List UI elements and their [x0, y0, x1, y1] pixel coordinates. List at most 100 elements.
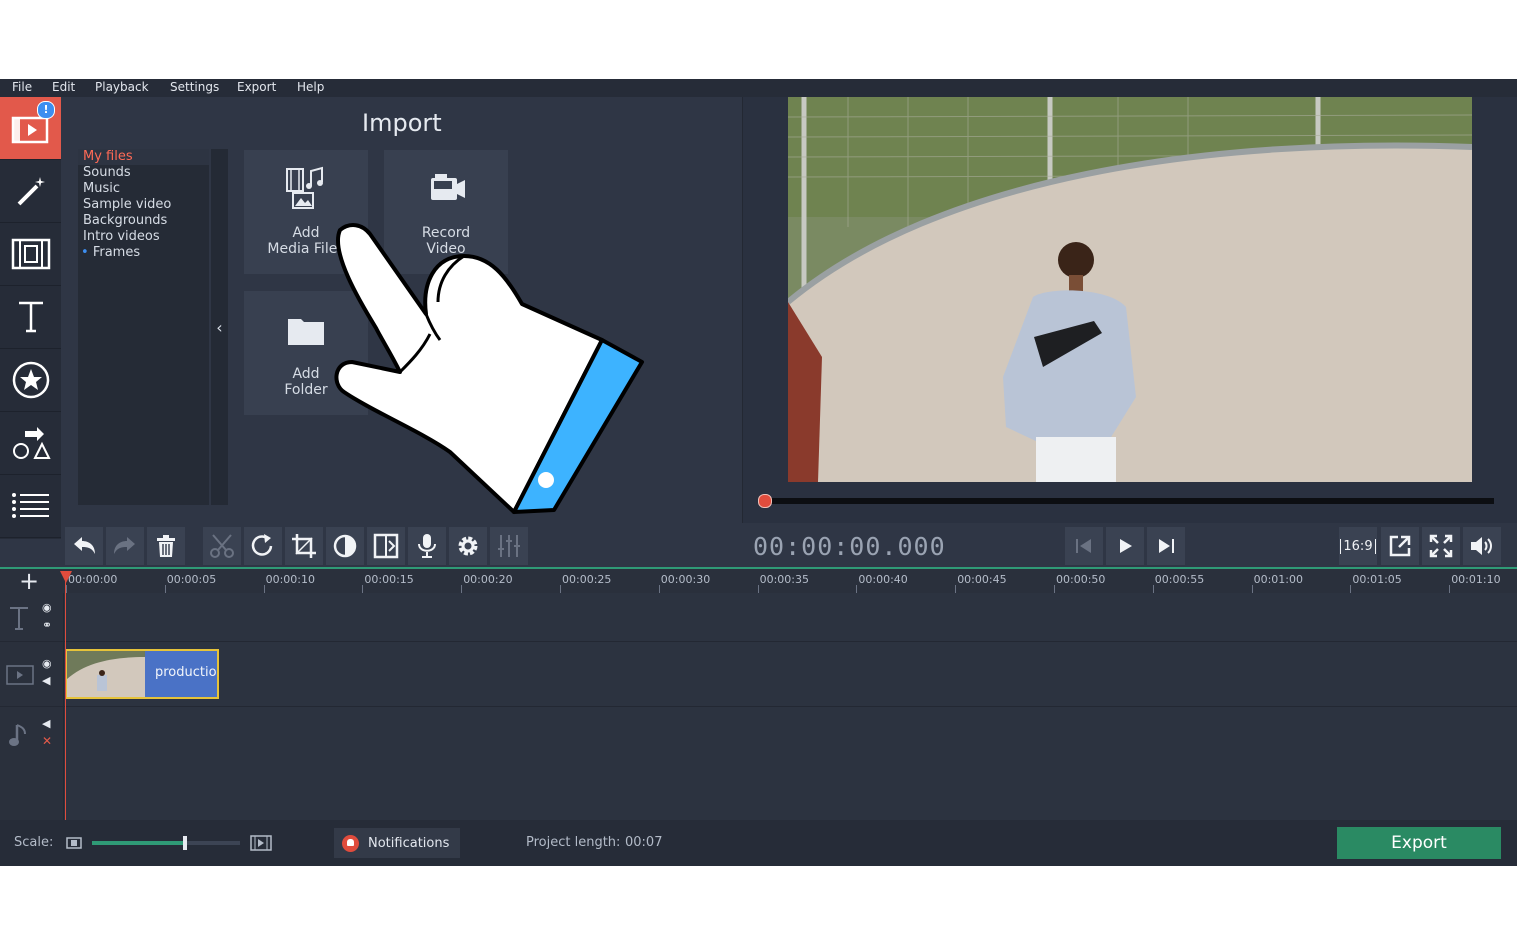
playhead[interactable] — [65, 571, 66, 821]
aspect-ratio-button[interactable]: 16:9 — [1339, 527, 1377, 565]
transitions-icon — [11, 238, 50, 270]
category-list: My files Sounds Music Sample video Backg… — [78, 149, 209, 505]
import-title: Import — [362, 109, 442, 137]
color-adjust-button[interactable] — [326, 527, 364, 565]
play-icon — [1120, 539, 1132, 553]
category-my-files[interactable]: My files — [78, 149, 209, 165]
export-button[interactable]: Export — [1337, 827, 1501, 859]
notifications-button[interactable]: Notifications — [334, 828, 460, 858]
menu-help[interactable]: Help — [297, 80, 324, 94]
rotate-icon — [251, 534, 273, 556]
bell-icon — [342, 834, 359, 852]
app-window: File Edit Playback Settings Export Help … — [0, 79, 1517, 866]
timeline-tick-label: 00:00:00 — [65, 573, 118, 595]
project-length-label: Project length: — [526, 835, 621, 850]
volume-button[interactable] — [1463, 527, 1501, 565]
menu-file[interactable]: File — [12, 80, 32, 94]
menu-settings[interactable]: Settings — [170, 80, 219, 94]
fullscreen-button[interactable] — [1422, 527, 1460, 565]
skip-back-icon — [1076, 539, 1091, 553]
timeline-clip[interactable]: productio — [65, 649, 219, 699]
seek-bar[interactable] — [762, 498, 1494, 504]
clip-thumbnail — [67, 651, 145, 697]
skip-forward-icon — [1159, 539, 1174, 553]
category-frames-label: Frames — [92, 245, 141, 260]
volume-icon[interactable]: ◀ — [42, 717, 50, 730]
stickers-icon — [12, 361, 49, 399]
delete-button[interactable] — [147, 527, 185, 565]
collapse-panel-button[interactable]: ‹ — [211, 149, 228, 505]
text-track-icon — [10, 607, 28, 630]
category-sample-video[interactable]: Sample video — [78, 197, 209, 213]
scale-slider[interactable] — [92, 836, 240, 850]
microphone-icon — [418, 534, 436, 558]
video-track-icon — [6, 665, 34, 685]
clip-label: productio — [155, 665, 217, 680]
link-icon[interactable]: ⚭ — [42, 618, 52, 632]
crop-button[interactable] — [285, 527, 323, 565]
menu-edit[interactable]: Edit — [52, 80, 75, 94]
sidebar-shapes[interactable] — [0, 412, 61, 475]
zoom-out-icon[interactable] — [66, 837, 82, 849]
project-length-value: 00:07 — [625, 835, 663, 850]
redo-button[interactable] — [106, 527, 144, 565]
fullscreen-icon — [1429, 534, 1453, 558]
undo-button[interactable] — [65, 527, 103, 565]
rotate-button[interactable] — [244, 527, 282, 565]
equalizer-button[interactable] — [490, 527, 528, 565]
trash-icon — [157, 535, 175, 557]
timeline-tick-label: 00:01:10 — [1449, 573, 1501, 595]
record-voiceover-button[interactable] — [408, 527, 446, 565]
eye-icon[interactable]: ◉ — [42, 601, 52, 614]
video-frame-image — [788, 97, 1472, 482]
preview-panel — [742, 97, 1517, 523]
playhead-handle[interactable] — [60, 571, 72, 583]
sidebar-transitions[interactable] — [0, 223, 61, 286]
sidebar-stickers[interactable] — [0, 349, 61, 412]
track-header: ◉ ⚭ — [0, 593, 64, 641]
notification-badge: ! — [37, 101, 55, 119]
timeline-tick-label: 00:00:25 — [559, 573, 612, 595]
next-button[interactable] — [1147, 527, 1185, 565]
menu-bar: File Edit Playback Settings Export Help — [0, 79, 1517, 97]
status-bar: Scale: Notifications Project length: 00:… — [0, 820, 1517, 866]
scale-slider-fill — [92, 841, 186, 845]
menu-export[interactable]: Export — [237, 80, 276, 94]
equalizer-icon — [498, 535, 520, 557]
track-header: ◉ ◀ — [0, 642, 64, 706]
add-track-button[interactable]: + — [19, 567, 39, 595]
timeline-ruler[interactable]: + 00:00:00 00:00:05 00:00:10 00:00:15 00:00:… — [0, 567, 1517, 595]
category-intro-videos[interactable]: Intro videos — [78, 229, 209, 245]
sidebar-import[interactable]: ! — [0, 97, 61, 160]
play-button[interactable] — [1106, 527, 1144, 565]
category-frames[interactable]: • Frames — [78, 245, 209, 261]
aspect-ratio-label: 16:9 — [1340, 538, 1376, 554]
clip-settings-button[interactable] — [449, 527, 487, 565]
detach-preview-button[interactable] — [1381, 527, 1419, 565]
pointing-hand-illustration — [334, 223, 644, 514]
unlink-icon[interactable]: ✕ — [42, 734, 52, 748]
audio-track: ◀ ✕ — [0, 707, 1517, 821]
seek-handle[interactable] — [758, 494, 772, 508]
scissors-icon — [210, 534, 234, 558]
mute-icon[interactable]: ◀ — [42, 674, 50, 687]
video-preview — [788, 97, 1472, 482]
previous-button[interactable] — [1065, 527, 1103, 565]
sidebar-more[interactable] — [0, 475, 61, 538]
redo-icon — [114, 537, 135, 554]
scale-slider-handle[interactable] — [183, 836, 188, 850]
eye-icon[interactable]: ◉ — [42, 657, 52, 670]
category-music[interactable]: Music — [78, 181, 209, 197]
cut-button[interactable] — [203, 527, 241, 565]
timeline-tick-label: 00:00:20 — [461, 573, 513, 595]
menu-playback[interactable]: Playback — [95, 80, 149, 94]
category-backgrounds[interactable]: Backgrounds — [78, 213, 209, 229]
sidebar-titles[interactable] — [0, 286, 61, 349]
magic-wand-icon — [17, 177, 45, 206]
timeline-tick-label: 00:00:55 — [1152, 573, 1205, 595]
category-sounds[interactable]: Sounds — [78, 165, 209, 181]
sidebar-filters[interactable] — [0, 160, 61, 223]
clip-properties-icon — [373, 533, 399, 559]
zoom-in-icon[interactable] — [250, 835, 272, 851]
transition-wizard-button[interactable] — [367, 527, 405, 565]
